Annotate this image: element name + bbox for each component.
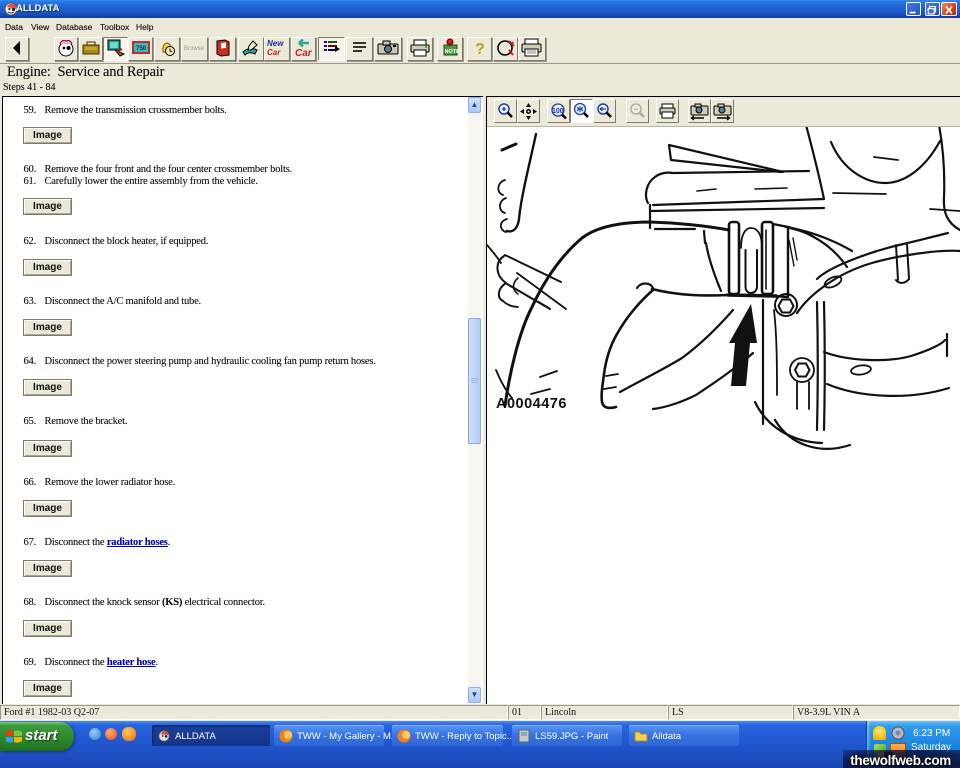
svg-text:Car: Car [267, 48, 281, 57]
svg-text:Browse: Browse [184, 46, 205, 52]
svg-text:?: ? [475, 41, 485, 58]
svg-text:A0004476: A0004476 [496, 396, 567, 412]
svg-text:750: 750 [136, 46, 147, 52]
svg-text:New: New [267, 39, 284, 48]
svg-text:Car: Car [295, 48, 313, 58]
svg-text:NOTE: NOTE [445, 49, 461, 55]
svg-text:100: 100 [552, 108, 564, 115]
